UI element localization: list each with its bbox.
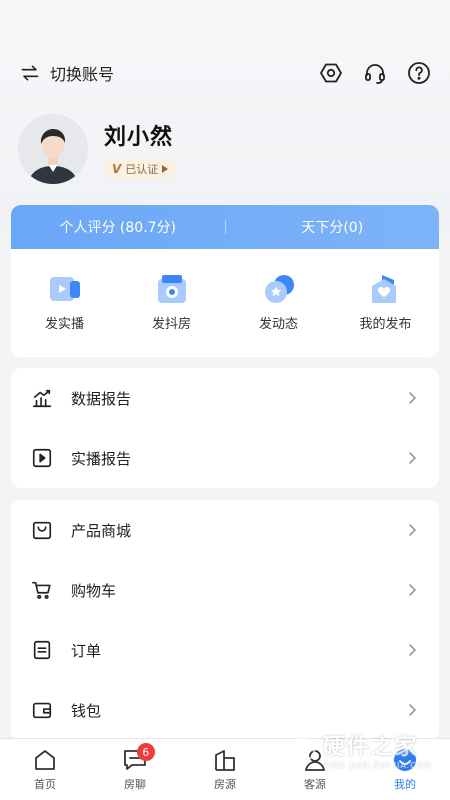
chevron-right-icon [409, 584, 417, 596]
verified-label: 已认证 [125, 163, 159, 176]
menu-cart[interactable]: 购物车 [11, 560, 439, 620]
v-verified-icon: V [112, 162, 122, 176]
camera-icon [157, 275, 186, 303]
menu-orders[interactable]: 订单 [11, 620, 439, 680]
switch-arrows-icon [21, 65, 39, 81]
bottom-tab-bar: 首页 6 房聊 房源 客源 我的 [0, 738, 450, 800]
settings-hexagon-icon [320, 63, 342, 83]
reports-card: 数据报告 实播报告 [11, 368, 439, 488]
avatar-person-icon [18, 114, 88, 184]
action-live-post[interactable]: 发实播 [11, 271, 118, 332]
house-heart-icon [371, 275, 396, 303]
menu-label: 数据报告 [71, 389, 132, 408]
chevron-right-icon [409, 524, 417, 536]
chevron-right-icon [409, 644, 417, 656]
tab-home[interactable]: 首页 [0, 739, 90, 800]
menu-label: 钱包 [71, 701, 102, 720]
menu-label: 实播报告 [71, 449, 132, 468]
cart-icon [32, 581, 51, 599]
action-label: 发实播 [44, 317, 84, 332]
tab-label: 客源 [304, 778, 326, 791]
top-header: 切换账号 [20, 56, 432, 90]
switch-account-label: 切换账号 [50, 65, 115, 84]
video-camera-icon [49, 277, 80, 301]
wallet-icon [32, 702, 52, 719]
shop-card: 产品商城 购物车 订单 钱包 [11, 500, 439, 740]
action-my-posts[interactable]: 我的发布 [332, 271, 439, 332]
personal-score[interactable]: 个人评分 (80.7分) [11, 217, 225, 237]
home-icon [35, 750, 55, 770]
menu-label: 产品商城 [71, 521, 132, 540]
menu-wallet[interactable]: 钱包 [11, 680, 439, 740]
menu-live-report[interactable]: 实播报告 [11, 428, 439, 488]
avatar[interactable] [18, 114, 88, 184]
action-label: 我的发布 [359, 317, 412, 332]
action-douyin-house[interactable]: 发抖房 [118, 271, 225, 332]
settings-button[interactable] [318, 60, 344, 86]
action-label: 发抖房 [151, 317, 191, 332]
switch-account-button[interactable]: 切换账号 [20, 61, 114, 85]
action-label: 发动态 [258, 317, 298, 332]
headset-icon [365, 64, 385, 84]
action-post-moment[interactable]: 发动态 [225, 271, 332, 332]
help-button[interactable] [406, 60, 432, 86]
tab-label: 首页 [34, 778, 56, 791]
mine-active-icon [394, 749, 416, 771]
user-name: 刘小然 [104, 125, 174, 150]
help-icon [408, 62, 430, 84]
menu-product-mall[interactable]: 产品商城 [11, 500, 439, 560]
person-icon [304, 750, 326, 771]
shopping-bag-icon [32, 521, 52, 540]
menu-label: 订单 [71, 641, 102, 660]
tab-label: 房聊 [124, 778, 146, 791]
quick-actions: 发实播 发抖房 发动态 我的发布 [11, 249, 439, 332]
chevron-right-icon [409, 392, 417, 404]
menu-data-report[interactable]: 数据报告 [11, 368, 439, 428]
triangle-right-icon [162, 165, 169, 173]
tab-label: 房源 [214, 778, 236, 791]
unread-badge: 6 [136, 743, 155, 761]
tab-mine[interactable]: 我的 [360, 739, 450, 800]
order-list-icon [33, 640, 51, 660]
chart-trend-icon [32, 389, 52, 408]
tab-listings[interactable]: 房源 [180, 739, 270, 800]
building-icon [215, 750, 235, 771]
chevron-right-icon [409, 704, 417, 716]
moment-star-icon [264, 275, 294, 303]
play-box-icon [32, 448, 52, 468]
score-bar: 个人评分 (80.7分) 天下分(0) [11, 205, 439, 249]
menu-label: 购物车 [71, 581, 117, 600]
tab-chat[interactable]: 6 房聊 [90, 739, 180, 800]
chevron-right-icon [409, 452, 417, 464]
customer-service-button[interactable] [362, 60, 388, 86]
verified-badge[interactable]: V 已认证 [104, 159, 177, 179]
score-card: 个人评分 (80.7分) 天下分(0) 发实播 发抖房 发动态 我的发布 [11, 205, 439, 357]
tianxia-score[interactable]: 天下分(0) [226, 217, 440, 237]
profile-section: 刘小然 V 已认证 [18, 114, 177, 184]
tab-clients[interactable]: 客源 [270, 739, 360, 800]
tab-label: 我的 [394, 778, 416, 791]
